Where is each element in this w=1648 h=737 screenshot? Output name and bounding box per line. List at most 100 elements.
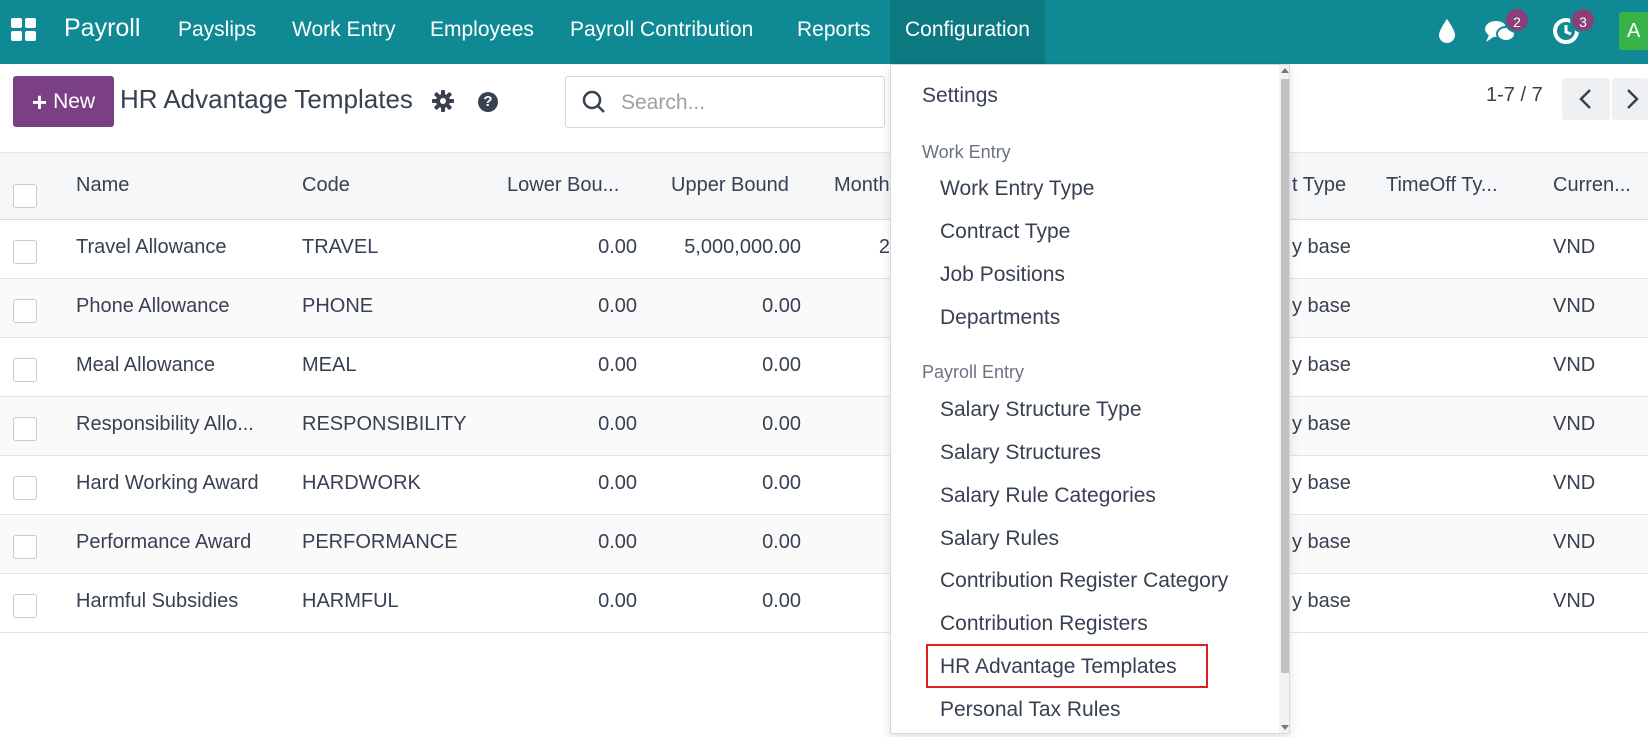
table-header: Name Code Lower Bou... Upper Bound Month…: [0, 152, 1648, 220]
dropdown-scrollbar[interactable]: [1279, 65, 1289, 733]
cell-currency: VND: [1553, 590, 1596, 612]
menu-item-contribution-register-category[interactable]: Contribution Register Category: [940, 569, 1228, 593]
scrollbar-thumb[interactable]: [1281, 79, 1289, 673]
help-icon[interactable]: ?: [478, 92, 498, 112]
row-checkbox[interactable]: [13, 299, 37, 323]
scroll-up-icon[interactable]: [1281, 68, 1289, 73]
cell-type: y base: [1292, 354, 1351, 376]
menu-item-salary-structure-type[interactable]: Salary Structure Type: [940, 398, 1142, 422]
menu-item-work-entry-type[interactable]: Work Entry Type: [940, 177, 1094, 201]
cell-lower-bound: 0.00: [598, 590, 637, 612]
menu-item-salary-rules[interactable]: Salary Rules: [940, 527, 1059, 551]
apps-menu-icon[interactable]: [11, 18, 37, 42]
cell-lower-bound: 0.00: [598, 354, 637, 376]
cell-lower-bound: 0.00: [598, 413, 637, 435]
cell-name: Performance Award: [76, 531, 252, 553]
cell-upper-bound: 0.00: [762, 295, 801, 317]
table-row[interactable]: Travel Allowance TRAVEL 0.00 5,000,000.00 2 y…: [0, 220, 1648, 279]
gear-icon[interactable]: [432, 90, 454, 117]
cell-code: HARDWORK: [302, 472, 421, 494]
cell-currency: VND: [1553, 472, 1596, 494]
pager-value[interactable]: 1-7 / 7: [1486, 84, 1543, 107]
cell-code: MEAL: [302, 354, 357, 376]
table-row[interactable]: Responsibility Allo... RESPONSIBILITY 0.00…: [0, 397, 1648, 456]
nav-employees[interactable]: Employees: [430, 18, 534, 42]
table-row[interactable]: Harmful Subsidies HARMFUL 0.00 0.00 y base VN…: [0, 574, 1648, 633]
scroll-down-icon[interactable]: [1281, 725, 1289, 730]
page-title: HR Advantage Templates: [120, 84, 413, 114]
table-row[interactable]: Hard Working Award HARDWORK 0.00 0.00 y base…: [0, 456, 1648, 515]
cell-upper-bound: 0.00: [762, 354, 801, 376]
cell-type: y base: [1292, 295, 1351, 317]
menu-item-departments[interactable]: Departments: [940, 306, 1060, 330]
chevron-left-icon: [1579, 89, 1591, 109]
select-all-checkbox[interactable]: [13, 184, 37, 208]
nav-payroll-contribution[interactable]: Payroll Contribution: [570, 18, 753, 42]
table-row[interactable]: Phone Allowance PHONE 0.00 0.00 y base VND: [0, 279, 1648, 338]
cell-lower-bound: 0.00: [598, 472, 637, 494]
column-upper-bound[interactable]: Upper Bound: [671, 174, 789, 197]
menu-item-settings[interactable]: Settings: [922, 84, 998, 108]
row-checkbox[interactable]: [13, 358, 37, 382]
row-checkbox[interactable]: [13, 535, 37, 559]
search-icon: [582, 90, 605, 113]
pager-previous-button[interactable]: [1562, 78, 1610, 120]
menu-item-contract-type[interactable]: Contract Type: [940, 220, 1070, 244]
nav-work-entry[interactable]: Work Entry: [292, 18, 395, 42]
table-row[interactable]: Performance Award PERFORMANCE 0.00 0.00 y ba…: [0, 515, 1648, 574]
cell-type: y base: [1292, 531, 1351, 553]
cell-name: Hard Working Award: [76, 472, 259, 494]
menu-section-work-entry: Work Entry: [922, 142, 1011, 162]
cell-type: y base: [1292, 472, 1351, 494]
cell-name: Phone Allowance: [76, 295, 230, 317]
column-currency[interactable]: Curren...: [1553, 174, 1631, 197]
cell-name: Harmful Subsidies: [76, 590, 239, 612]
row-checkbox[interactable]: [13, 240, 37, 264]
cell-name: Travel Allowance: [76, 236, 227, 258]
column-type[interactable]: t Type: [1292, 174, 1346, 197]
nav-configuration[interactable]: Configuration: [890, 0, 1045, 64]
menu-section-payroll-entry: Payroll Entry: [922, 362, 1025, 382]
cell-lower-bound: 0.00: [598, 295, 637, 317]
menu-item-job-positions[interactable]: Job Positions: [940, 263, 1065, 287]
column-name[interactable]: Name: [76, 174, 129, 197]
column-month[interactable]: Month: [834, 174, 890, 197]
cell-month: 2: [878, 236, 890, 258]
cell-lower-bound: 0.00: [598, 531, 637, 553]
column-timeoff-type[interactable]: TimeOff Ty...: [1386, 174, 1498, 197]
cell-currency: VND: [1553, 295, 1596, 317]
user-avatar[interactable]: A: [1619, 12, 1648, 50]
menu-item-contribution-registers[interactable]: Contribution Registers: [940, 612, 1148, 636]
table-row[interactable]: Meal Allowance MEAL 0.00 0.00 y base VND: [0, 338, 1648, 397]
drop-icon[interactable]: [1436, 0, 1466, 64]
top-navbar: Payroll Payslips Work Entry Employees Pa…: [0, 0, 1648, 64]
row-checkbox[interactable]: [13, 476, 37, 500]
cell-currency: VND: [1553, 236, 1596, 258]
cell-type: y base: [1292, 590, 1351, 612]
menu-item-hr-advantage-templates[interactable]: HR Advantage Templates: [940, 655, 1177, 679]
cell-name: Meal Allowance: [76, 354, 215, 376]
cell-name: Responsibility Allo...: [76, 413, 254, 435]
pager-next-button[interactable]: [1612, 78, 1648, 120]
row-checkbox[interactable]: [13, 594, 37, 618]
column-code[interactable]: Code: [302, 174, 350, 197]
column-lower-bound[interactable]: Lower Bou...: [507, 174, 619, 197]
cell-code: PERFORMANCE: [302, 531, 458, 553]
cell-currency: VND: [1553, 413, 1596, 435]
new-button-label: New: [53, 89, 96, 113]
nav-reports[interactable]: Reports: [797, 18, 871, 42]
new-button[interactable]: + New: [13, 76, 114, 127]
row-checkbox[interactable]: [13, 417, 37, 441]
plus-icon: +: [31, 86, 48, 117]
menu-item-personal-tax-rules[interactable]: Personal Tax Rules: [940, 698, 1121, 722]
cell-upper-bound: 5,000,000.00: [684, 236, 801, 258]
search-input[interactable]: Search...: [565, 76, 885, 128]
cell-type: y base: [1292, 413, 1351, 435]
cell-currency: VND: [1553, 531, 1596, 553]
menu-item-salary-structures[interactable]: Salary Structures: [940, 441, 1101, 465]
cell-upper-bound: 0.00: [762, 531, 801, 553]
menu-item-salary-rule-categories[interactable]: Salary Rule Categories: [940, 484, 1156, 508]
configuration-dropdown: Settings Work Entry Work Entry Type Cont…: [890, 64, 1290, 734]
app-brand[interactable]: Payroll: [64, 14, 140, 43]
nav-payslips[interactable]: Payslips: [178, 18, 256, 42]
